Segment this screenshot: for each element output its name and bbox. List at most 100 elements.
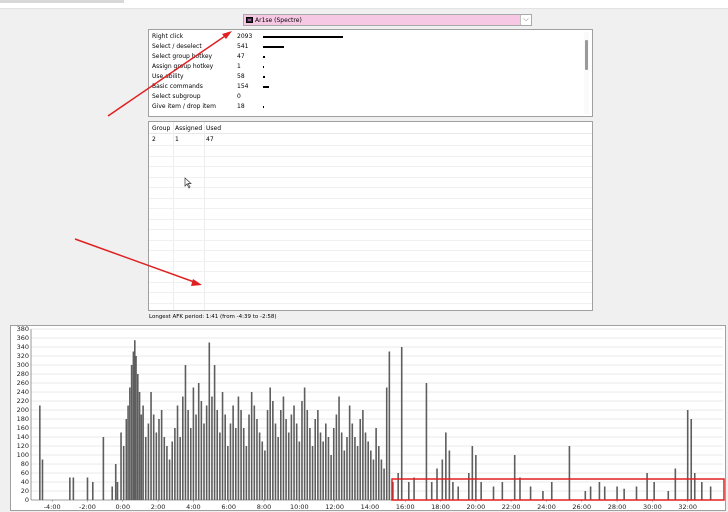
apm-bar — [72, 477, 75, 500]
apm-bar — [436, 468, 438, 500]
list-item[interactable]: Assign group hotkey 1 — [152, 62, 577, 72]
row-gridline — [149, 260, 592, 262]
apm-bar — [303, 387, 306, 500]
player-dropdown[interactable]: Ar1se (Spectre) ⌵ — [243, 14, 532, 26]
y-tick-label: 260 — [17, 379, 29, 387]
apm-bar — [203, 423, 205, 500]
y-tick-label: 60 — [21, 469, 29, 477]
hotkey-bar — [263, 76, 266, 78]
row-gridline — [149, 229, 592, 230]
hotkey-count: 2093 — [237, 33, 253, 40]
x-tick-label: 30:00 — [643, 503, 662, 510]
apm-bar — [375, 428, 377, 500]
apm-bar — [475, 455, 477, 500]
y-tick-label: 360 — [17, 334, 29, 342]
table-cell-used: 47 — [206, 136, 214, 143]
list-item[interactable]: Use ability 58 — [152, 72, 577, 82]
apm-bar — [266, 410, 269, 500]
hotkey-count: 154 — [237, 83, 249, 90]
hotkey-bar — [263, 106, 264, 108]
control-group-table[interactable]: Group Assigned Used 2 1 47 — [148, 121, 593, 311]
apm-bar — [298, 441, 301, 500]
apm-bar — [189, 428, 192, 500]
list-item[interactable]: Select group hotkey 47 — [152, 52, 577, 62]
column-header-used[interactable]: Used — [206, 124, 221, 134]
y-tick-label: 320 — [17, 352, 29, 360]
list-item[interactable]: Basic commands 154 — [152, 82, 577, 92]
apm-bar — [205, 405, 208, 500]
apm-bar — [213, 365, 216, 500]
apm-bar — [690, 419, 693, 500]
x-tick-label: -4:00 — [44, 503, 61, 510]
apm-bar — [130, 365, 133, 500]
apm-bar — [319, 432, 322, 500]
apm-bar — [346, 437, 348, 500]
list-item[interactable]: Select / deselect 541 — [152, 42, 577, 52]
apm-bar — [150, 392, 152, 500]
apm-bar — [372, 459, 375, 500]
apm-bar — [264, 450, 266, 500]
hotkey-count: 18 — [237, 103, 245, 110]
top-toolbar-strip — [0, 0, 728, 9]
apm-bar — [250, 392, 253, 500]
apm-bar — [290, 414, 293, 500]
y-tick-label: 140 — [17, 433, 29, 441]
apm-bar — [114, 464, 117, 500]
apm-bar — [91, 482, 94, 500]
apm-bar — [674, 468, 677, 500]
apm-bar — [135, 356, 137, 500]
chevron-down-icon[interactable]: ⌵ — [520, 15, 531, 25]
apm-bar — [221, 392, 224, 500]
x-tick-label: 28:00 — [608, 503, 627, 510]
table-cell-group: 2 — [152, 136, 156, 143]
apm-bar — [248, 414, 250, 500]
list-item[interactable]: Right click 2093 — [152, 32, 577, 42]
column-header-assigned[interactable]: Assigned — [175, 124, 202, 134]
apm-bar — [584, 491, 587, 500]
apm-bar — [598, 482, 601, 500]
apm-bar — [356, 446, 359, 500]
apm-bar — [471, 446, 474, 500]
apm-bar — [272, 401, 274, 500]
apm-bar — [171, 441, 174, 500]
apm-bar — [492, 486, 495, 500]
apm-bar — [701, 482, 703, 500]
apm-bar — [152, 414, 155, 500]
apm-bar — [348, 405, 351, 500]
list-item[interactable]: Select subgroup 0 — [152, 92, 577, 102]
row-gridline — [149, 218, 592, 220]
apm-bar — [370, 450, 372, 500]
apm-bar — [138, 392, 141, 500]
hotkey-list-scrollbar[interactable] — [584, 32, 589, 114]
apm-bar — [160, 410, 163, 500]
apm-bar — [179, 437, 181, 500]
apm-bar — [144, 437, 147, 500]
hotkey-label: Select group hotkey — [152, 53, 213, 60]
apm-bar — [256, 419, 258, 500]
row-gridline — [149, 292, 592, 293]
scrollbar-thumb[interactable] — [585, 40, 588, 70]
list-item[interactable]: Give item / drop item 18 — [152, 102, 577, 112]
row-gridline — [149, 271, 592, 272]
hotkey-stats-list[interactable]: Right click 2093 Select / deselect 541 S… — [148, 29, 593, 117]
apm-bar — [301, 401, 303, 500]
apm-bar — [589, 486, 592, 500]
apm-bar — [377, 446, 380, 500]
y-tick-label: 300 — [17, 361, 29, 369]
column-header-group[interactable]: Group — [152, 124, 170, 134]
table-header: Group Assigned Used — [149, 122, 592, 134]
apm-bar — [120, 432, 122, 500]
apm-bar — [132, 351, 135, 500]
x-tick-label: 4:00 — [186, 503, 201, 510]
apm-bar — [467, 473, 470, 500]
apm-bar — [529, 486, 532, 500]
apm-bar — [430, 482, 433, 500]
apm-bar — [653, 482, 655, 500]
apm-bar — [242, 428, 245, 500]
apm-bar — [127, 405, 129, 500]
apm-bar — [125, 419, 128, 500]
y-tick-label: 100 — [17, 451, 29, 459]
hotkey-label: Basic commands — [152, 83, 203, 90]
apm-bar — [343, 450, 346, 500]
apm-bar — [542, 491, 544, 500]
